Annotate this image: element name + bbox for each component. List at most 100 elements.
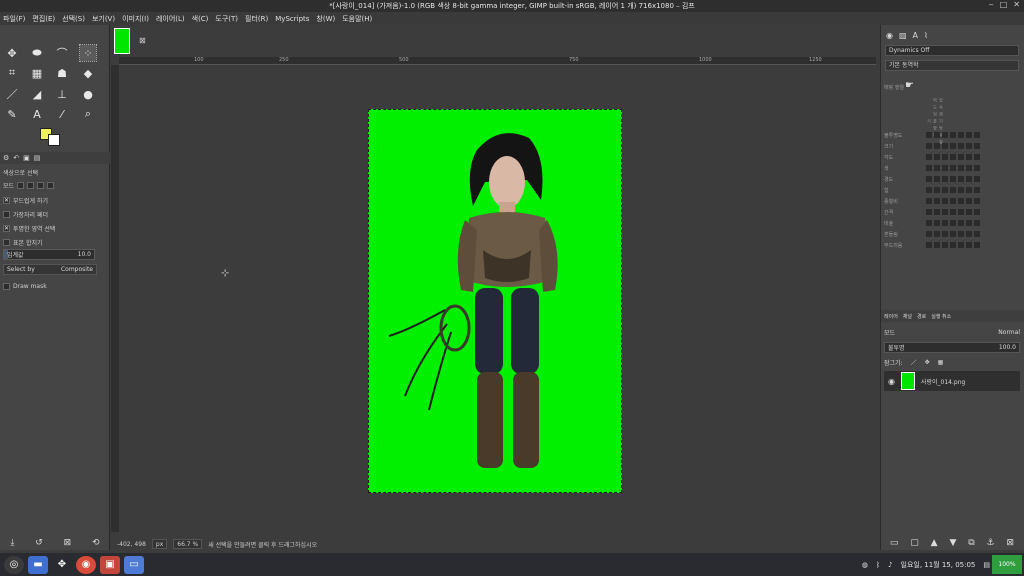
feather-option[interactable]: 가장자리 페더	[3, 208, 103, 220]
select-by-dropdown[interactable]: Select by Composite	[3, 264, 97, 275]
matrix-cell[interactable]	[942, 176, 948, 182]
threshold-slider[interactable]: 임계값 10.0	[3, 249, 95, 260]
matrix-cell[interactable]	[934, 209, 940, 215]
matrix-cell[interactable]	[958, 176, 964, 182]
volume-icon[interactable]: ♪	[888, 561, 892, 569]
matrix-cell[interactable]	[958, 209, 964, 215]
image-tab-close-icon[interactable]: ⊠	[139, 36, 149, 46]
new-layer-icon[interactable]: ▭	[890, 538, 899, 548]
matrix-cell[interactable]	[934, 143, 940, 149]
reset-options-icon[interactable]: ⟲	[92, 538, 100, 548]
matrix-cell[interactable]	[926, 231, 932, 237]
fonts-tab-icon[interactable]: A	[913, 31, 918, 40]
matrix-cell[interactable]	[934, 176, 940, 182]
matrix-cell[interactable]	[942, 231, 948, 237]
matrix-cell[interactable]	[926, 209, 932, 215]
menu-image[interactable]: 이미지(I)	[122, 14, 149, 24]
lock-pixels-icon[interactable]: ／	[911, 358, 917, 367]
ellipse-select-icon[interactable]: ⬬	[29, 45, 45, 61]
matrix-cell[interactable]	[966, 220, 972, 226]
tab-undo-history[interactable]: 실행 취소	[931, 313, 951, 320]
matrix-cell[interactable]	[950, 220, 956, 226]
menu-myscripts[interactable]: MyScripts	[275, 15, 309, 23]
tab-layers[interactable]: 레이어	[884, 313, 898, 320]
matrix-cell[interactable]	[966, 242, 972, 248]
unified-transform-icon[interactable]: ▦	[29, 65, 45, 81]
palette-tab-icon[interactable]: ▤	[34, 154, 41, 162]
matrix-cell[interactable]	[974, 154, 980, 160]
matrix-cell[interactable]	[950, 143, 956, 149]
matrix-cell[interactable]	[966, 143, 972, 149]
matrix-cell[interactable]	[926, 154, 932, 160]
background-color-swatch[interactable]	[48, 134, 60, 146]
paths-icon[interactable]: ✎	[4, 106, 20, 122]
dynamics-name-field[interactable]: Dynamics Off	[885, 45, 1019, 56]
matrix-cell[interactable]	[942, 220, 948, 226]
files-icon[interactable]: ▭	[124, 555, 144, 574]
matrix-cell[interactable]	[942, 187, 948, 193]
updates-icon[interactable]: ◍	[862, 561, 868, 569]
select-transparent-option[interactable]: ✕ 투명한 영역 선택	[3, 222, 103, 234]
maximize-icon[interactable]: □	[1000, 0, 1008, 12]
anchor-layer-icon[interactable]: ⚓	[987, 538, 995, 548]
matrix-cell[interactable]	[966, 132, 972, 138]
matrix-cell[interactable]	[966, 231, 972, 237]
matrix-cell[interactable]	[926, 143, 932, 149]
matrix-cell[interactable]	[934, 187, 940, 193]
matrix-cell[interactable]	[974, 132, 980, 138]
matrix-cell[interactable]	[958, 198, 964, 204]
mode-intersect-icon[interactable]	[47, 181, 55, 189]
mode-subtract-icon[interactable]	[37, 181, 45, 189]
matrix-cell[interactable]	[934, 198, 940, 204]
matrix-cell[interactable]	[966, 187, 972, 193]
new-group-icon[interactable]: ▢	[910, 538, 919, 548]
antialias-option[interactable]: ✕ 부드럽게 하기	[3, 194, 103, 206]
app-red-icon[interactable]: ▣	[100, 555, 120, 574]
matrix-cell[interactable]	[934, 242, 940, 248]
gimp-taskbar-icon[interactable]: ✥	[52, 556, 72, 574]
color-picker-icon[interactable]: ⁄	[54, 106, 70, 122]
matrix-cell[interactable]	[942, 132, 948, 138]
save-options-icon[interactable]: ⤓	[10, 538, 14, 548]
move-tool-icon[interactable]: ✥	[4, 45, 20, 61]
matrix-cell[interactable]	[942, 242, 948, 248]
matrix-cell[interactable]	[934, 154, 940, 160]
image-tab-thumbnail[interactable]	[114, 28, 130, 54]
images-tab-icon[interactable]: ▣	[23, 154, 30, 162]
matrix-cell[interactable]	[950, 187, 956, 193]
delete-layer-icon[interactable]: ⊠	[1006, 538, 1014, 548]
matrix-cell[interactable]	[942, 154, 948, 160]
restore-options-icon[interactable]: ↺	[35, 538, 43, 548]
matrix-cell[interactable]	[950, 132, 956, 138]
matrix-cell[interactable]	[950, 231, 956, 237]
matrix-cell[interactable]	[934, 220, 940, 226]
menu-edit[interactable]: 편집(E)	[32, 14, 55, 24]
zoom-icon[interactable]: ⌕	[80, 106, 96, 122]
lock-alpha-icon[interactable]: ▦	[938, 359, 944, 366]
menu-help[interactable]: 도움말(H)	[342, 14, 372, 24]
select-transparent-checkbox[interactable]: ✕	[3, 224, 10, 232]
lower-layer-icon[interactable]: ▼	[949, 538, 956, 548]
draw-mask-option[interactable]: Draw mask	[3, 280, 103, 292]
matrix-cell[interactable]	[958, 187, 964, 193]
clock[interactable]: 일요일, 11월 15, 05:05	[901, 560, 976, 570]
duplicate-layer-icon[interactable]: ⧉	[968, 538, 974, 548]
matrix-cell[interactable]	[974, 143, 980, 149]
menu-windows[interactable]: 창(W)	[316, 14, 335, 24]
menu-filters[interactable]: 필터(R)	[245, 14, 268, 24]
matrix-cell[interactable]	[958, 165, 964, 171]
bucket-fill-icon[interactable]: ◆	[80, 65, 96, 81]
matrix-cell[interactable]	[950, 242, 956, 248]
lock-position-icon[interactable]: ✥	[925, 359, 930, 366]
matrix-cell[interactable]	[958, 231, 964, 237]
vertical-ruler[interactable]	[111, 65, 119, 532]
matrix-cell[interactable]	[974, 242, 980, 248]
matrix-cell[interactable]	[926, 198, 932, 204]
eraser-icon[interactable]: ◢	[29, 86, 45, 102]
matrix-cell[interactable]	[950, 154, 956, 160]
close-icon[interactable]: ✕	[1013, 0, 1020, 12]
image-canvas[interactable]	[368, 109, 622, 493]
unit-select[interactable]: px	[151, 539, 168, 549]
brushes-tab-icon[interactable]: ◉	[886, 31, 893, 40]
matrix-cell[interactable]	[958, 143, 964, 149]
